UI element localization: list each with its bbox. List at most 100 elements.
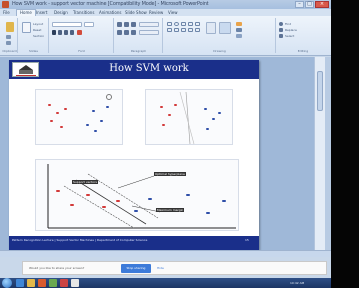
window-title: How SVM work - support vector machine [C… <box>12 1 209 7</box>
slide-title[interactable]: How SVM work <box>69 62 229 76</box>
indent-icon[interactable] <box>131 22 136 27</box>
screen-share-notification: Would you like to share your screen? Sto… <box>22 261 327 275</box>
numbering-icon[interactable] <box>124 22 129 27</box>
new-slide-icon[interactable] <box>22 22 31 33</box>
shape-fill-icon[interactable] <box>236 22 242 26</box>
taskbar-folder-icon[interactable] <box>27 279 35 287</box>
bullets-icon[interactable] <box>117 22 122 27</box>
minimize-button[interactable]: – <box>295 1 304 8</box>
shape-arrow[interactable] <box>188 22 193 26</box>
data-point-red <box>70 204 74 206</box>
font-color-icon[interactable] <box>77 30 82 35</box>
taskbar-chrome-icon[interactable] <box>71 279 79 287</box>
cut-icon[interactable] <box>6 35 11 39</box>
screen-border <box>331 0 359 288</box>
data-point-red <box>102 206 106 208</box>
shape-line[interactable] <box>181 22 186 26</box>
support-vectors-label: Support vectors <box>72 180 98 184</box>
scrollbar-thumb[interactable] <box>317 71 323 111</box>
shape-more[interactable] <box>195 28 200 32</box>
group-label-drawing: Drawing <box>213 49 226 53</box>
pointer-cursor-icon <box>106 94 112 100</box>
group-label-font: Font <box>78 49 85 53</box>
system-clock[interactable]: 10:42 AM <box>290 280 304 286</box>
data-point-red <box>174 104 177 106</box>
scatter-panel-right <box>145 89 233 145</box>
shape-effects-icon[interactable] <box>236 34 242 38</box>
copy-icon[interactable] <box>6 41 11 45</box>
maximize-button[interactable]: □ <box>305 1 314 8</box>
align-center-icon[interactable] <box>124 30 129 35</box>
start-button[interactable] <box>2 278 12 288</box>
status-bar <box>0 250 331 257</box>
shape-callout[interactable] <box>181 28 186 32</box>
strikethrough-icon[interactable] <box>70 30 74 35</box>
slide-footer-band: Pattern Recognition Lecture | Support Ve… <box>9 236 259 250</box>
select-icon <box>279 34 283 38</box>
bold-icon[interactable] <box>52 30 56 35</box>
align-left-icon[interactable] <box>117 30 122 35</box>
slide-canvas[interactable]: How SVM work Support vectors Optimal hyp… <box>9 60 259 250</box>
slide-footer-text: Pattern Recognition Lecture | Support Ve… <box>12 238 148 242</box>
logo-building-icon <box>19 70 33 74</box>
data-point-red <box>48 104 51 106</box>
candidate-separator-lines <box>179 91 195 145</box>
italic-icon[interactable] <box>58 30 62 35</box>
shape-textbox[interactable] <box>195 22 200 26</box>
data-point-blue <box>94 130 97 132</box>
select-button[interactable]: Select <box>285 34 294 38</box>
notification-text: Would you like to share your screen? <box>29 266 85 270</box>
data-point-red <box>56 190 60 192</box>
taskbar-powerpoint-icon[interactable] <box>38 279 46 287</box>
paragraph-group: Paragraph <box>115 18 163 53</box>
shape-triangle[interactable] <box>167 28 172 32</box>
margin-diagram-lines <box>47 164 236 229</box>
data-point-blue <box>212 118 215 120</box>
data-point-blue <box>204 108 207 110</box>
shape-brace[interactable] <box>188 28 193 32</box>
tab-home[interactable]: Home <box>16 9 36 16</box>
shape-outline-icon[interactable] <box>236 28 242 32</box>
scatter-panel-left <box>35 89 123 145</box>
section-button[interactable]: Section <box>33 34 44 38</box>
shape-oval[interactable] <box>174 22 179 26</box>
editing-group: Find Replace Select Editing <box>277 18 329 53</box>
replace-button[interactable]: Replace <box>285 28 297 32</box>
quick-styles-button[interactable] <box>219 22 231 34</box>
taskbar-app-icon[interactable] <box>60 279 68 287</box>
taskbar-ie-icon[interactable] <box>16 279 24 287</box>
group-label-clipboard: Clipboard <box>2 49 17 53</box>
hide-notification-link[interactable]: Hide <box>157 265 164 272</box>
shape-rectangle[interactable] <box>167 22 172 26</box>
slide-header-band: How SVM work <box>9 60 259 79</box>
paste-icon[interactable] <box>6 22 14 32</box>
find-button[interactable]: Find <box>285 22 291 26</box>
data-point-red <box>162 124 165 126</box>
reset-button[interactable]: Reset <box>33 28 41 32</box>
desktop-screen: How SVM work - support vector machine [C… <box>0 0 331 288</box>
margin-label: Maximum margin <box>156 208 185 212</box>
taskbar-media-icon[interactable] <box>49 279 57 287</box>
arrange-button[interactable] <box>206 22 216 34</box>
group-label-editing: Editing <box>297 49 309 53</box>
vertical-scrollbar[interactable] <box>314 57 325 250</box>
shape-star[interactable] <box>174 28 179 32</box>
underline-icon[interactable] <box>64 30 68 35</box>
text-direction-button[interactable] <box>139 22 159 27</box>
layout-button[interactable]: Layout <box>33 22 43 26</box>
data-point-blue <box>206 212 210 214</box>
clipboard-group: Clipboard <box>2 18 18 53</box>
stop-sharing-button[interactable]: Stop sharing <box>121 264 151 273</box>
font-size-select[interactable] <box>84 22 94 27</box>
data-point-blue <box>148 198 152 200</box>
align-right-icon[interactable] <box>131 30 136 35</box>
convert-smartart-button[interactable] <box>139 30 159 35</box>
replace-icon <box>279 28 283 32</box>
font-name-select[interactable] <box>52 22 82 27</box>
close-button[interactable]: × <box>315 1 329 8</box>
data-point-blue <box>134 210 138 212</box>
powerpoint-app-icon[interactable] <box>2 1 9 8</box>
group-label-slides: Slides <box>29 49 38 53</box>
find-icon <box>279 22 283 26</box>
data-point-blue <box>186 194 190 196</box>
